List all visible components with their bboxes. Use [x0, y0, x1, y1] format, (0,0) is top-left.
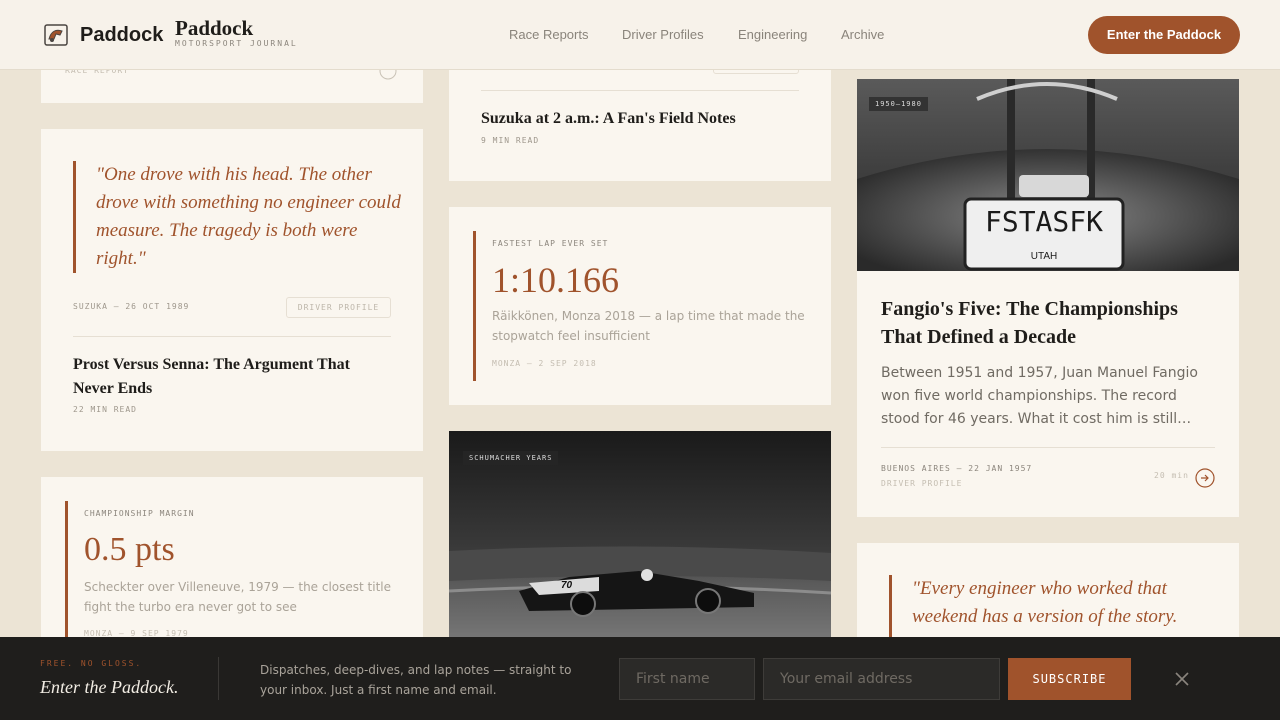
license-plate-state: UTAH	[1030, 251, 1058, 262]
stat-accent-bar	[473, 231, 476, 381]
quote-card-engineer[interactable]: "Every engineer who worked that weekend …	[857, 543, 1239, 647]
stat-card-fastest-lap[interactable]: FASTEST LAP EVER SET 1:10.166 Räikkönen,…	[449, 207, 831, 405]
email-input[interactable]	[763, 658, 1000, 700]
feature-excerpt: Between 1951 and 1957, Juan Manuel Fangi…	[881, 365, 1198, 427]
close-icon[interactable]	[1172, 669, 1192, 689]
arrow-right-icon[interactable]	[1195, 468, 1215, 488]
read-time: 9 MIN READ	[481, 136, 540, 145]
stat-accent-bar	[65, 501, 68, 647]
enter-paddock-button[interactable]: Enter the Paddock	[1088, 16, 1240, 54]
nav-driver-profiles[interactable]: Driver Profiles	[622, 27, 704, 42]
nav-archive[interactable]: Archive	[841, 27, 884, 42]
feature-read-time: 20 min	[1154, 471, 1189, 480]
logo-icon[interactable]	[44, 23, 68, 47]
divider	[881, 447, 1215, 448]
driver-profile-tag[interactable]: DRIVER PROFILE	[286, 297, 391, 318]
site-header: Paddock Paddock MOTORSPORT JOURNAL Race …	[0, 0, 1280, 70]
feature-category[interactable]: DRIVER PROFILE	[881, 479, 962, 488]
stat-eyebrow: CHAMPIONSHIP MARGIN	[84, 509, 195, 518]
stat-value: 1:10.166	[492, 260, 620, 300]
nav-race-reports[interactable]: Race Reports	[509, 27, 588, 42]
divider	[481, 90, 799, 91]
newsletter-bar: FREE. NO GLOSS. Enter the Paddock. Dispa…	[0, 637, 1280, 720]
pull-quote: "Every engineer who worked that weekend …	[912, 578, 1178, 627]
feature-card-fangio[interactable]: FSTASFK UTAH 1950–1980 Fangio's Five: Th…	[857, 79, 1239, 517]
car-number: 70	[561, 580, 573, 591]
image-card-schumacher[interactable]: 70 SCHUMACHER YEARS	[449, 431, 831, 647]
stat-caption: Scheckter over Villeneuve, 1979 — the cl…	[84, 580, 392, 614]
stat-meta: MONZA — 2 SEP 2018	[492, 359, 597, 368]
brand-title[interactable]: Paddock	[175, 16, 253, 41]
feature-meta: BUENOS AIRES — 22 JAN 1957	[881, 464, 1033, 473]
feature-title[interactable]: Fangio's Five: The Championships That De…	[881, 295, 1211, 351]
pull-quote: "One drove with his head. The other drov…	[96, 164, 401, 269]
license-plate-text: FSTASFK	[984, 205, 1103, 238]
stat-card-margin[interactable]: CHAMPIONSHIP MARGIN 0.5 pts Scheckter ov…	[41, 477, 423, 647]
nav-engineering[interactable]: Engineering	[738, 27, 807, 42]
first-name-input[interactable]	[619, 658, 755, 700]
newsletter-eyebrow: FREE. NO GLOSS.	[40, 659, 143, 668]
logo-wordmark[interactable]: Paddock	[80, 24, 163, 47]
stat-eyebrow: FASTEST LAP EVER SET	[492, 239, 609, 248]
quote-accent-bar	[73, 161, 76, 273]
stat-value: 0.5 pts	[84, 531, 175, 568]
image-tag: SCHUMACHER YEARS	[463, 451, 559, 465]
quote-meta: SUZUKA — 26 OCT 1989	[73, 302, 190, 311]
newsletter-title: Enter the Paddock.	[40, 677, 179, 697]
article-title[interactable]: Prost Versus Senna: The Argument That Ne…	[73, 353, 373, 401]
brand-subtitle: MOTORSPORT JOURNAL	[175, 39, 298, 48]
read-time: 22 MIN READ	[73, 405, 137, 414]
newsletter-description: Dispatches, deep-dives, and lap notes — …	[260, 663, 572, 697]
era-tag: 1950–1980	[869, 97, 928, 111]
newsletter-separator	[218, 657, 219, 700]
quote-card[interactable]: "One drove with his head. The other drov…	[41, 129, 423, 451]
subscribe-button[interactable]: SUBSCRIBE	[1008, 658, 1131, 700]
stat-caption: Räikkönen, Monza 2018 — a lap time that …	[492, 309, 805, 343]
article-title[interactable]: Suzuka at 2 a.m.: A Fan's Field Notes	[481, 108, 799, 130]
divider	[73, 336, 391, 337]
